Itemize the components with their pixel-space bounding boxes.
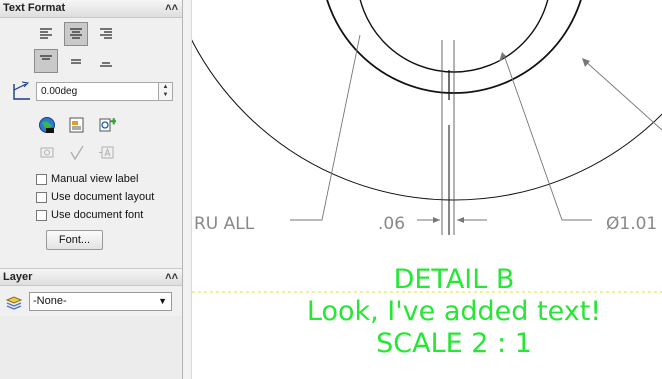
align-right-icon bbox=[100, 28, 112, 39]
panel-empty-area bbox=[0, 316, 182, 379]
dim-text-left[interactable]: RU ALL bbox=[194, 214, 255, 234]
layer-header[interactable]: Layer ˄˄ bbox=[0, 268, 182, 286]
align-center-button[interactable] bbox=[64, 22, 88, 46]
text-format-title: Text Format bbox=[3, 2, 66, 14]
spin-up-icon[interactable]: ▲ bbox=[159, 83, 172, 91]
align-top-icon bbox=[40, 55, 52, 60]
align-middle-icon bbox=[71, 59, 81, 64]
surface-finish-button[interactable] bbox=[64, 140, 88, 164]
align-middle-button[interactable] bbox=[64, 49, 88, 73]
datum-icon bbox=[99, 146, 114, 159]
align-bottom-button[interactable] bbox=[94, 49, 118, 73]
angle-spinner[interactable]: ▲ ▼ bbox=[159, 82, 173, 101]
dim-text-center[interactable]: .06 bbox=[378, 214, 405, 234]
chevron-down-icon[interactable]: ▼ bbox=[158, 296, 167, 306]
surface-finish-icon bbox=[70, 145, 84, 161]
angle-input[interactable]: 0.00deg bbox=[36, 82, 159, 101]
text-format-header[interactable]: Text Format ˄˄ bbox=[0, 0, 182, 18]
dim-text-right[interactable]: Ø1.01 bbox=[606, 214, 657, 234]
layer-title: Layer bbox=[3, 271, 33, 283]
use-document-font-checkbox[interactable] bbox=[36, 210, 47, 221]
insert-hyperlink-button[interactable] bbox=[94, 112, 118, 136]
drawing-canvas[interactable]: RU ALL .06 Ø1.01 DETAIL B Look, I've add… bbox=[192, 0, 662, 379]
manual-view-label-checkbox[interactable] bbox=[36, 174, 47, 185]
collapse-chevron-icon[interactable]: ˄˄ bbox=[165, 270, 178, 284]
lock-frame-button[interactable] bbox=[34, 140, 58, 164]
use-document-font-text: Use document font bbox=[51, 209, 144, 221]
layer-select[interactable]: -None- ▼ bbox=[29, 292, 172, 311]
note-added-text[interactable]: Look, I've added text! bbox=[307, 296, 601, 327]
angle-icon bbox=[13, 81, 30, 100]
property-manager-panel: Text Format ˄˄ 0.00deg ▲ ▼ Manual view l… bbox=[0, 0, 183, 379]
layer-selected-value: -None- bbox=[33, 295, 67, 307]
add-link-icon bbox=[99, 118, 116, 132]
layers-icon bbox=[5, 296, 23, 310]
use-document-layout-text: Use document layout bbox=[51, 191, 155, 203]
use-document-layout-checkbox[interactable] bbox=[36, 192, 47, 203]
add-symbol-button[interactable] bbox=[64, 112, 88, 136]
link-to-property-button[interactable] bbox=[34, 112, 58, 136]
frame-icon bbox=[40, 147, 54, 158]
font-button[interactable]: Font... bbox=[46, 230, 103, 250]
manual-view-label-text: Manual view label bbox=[51, 173, 139, 185]
align-right-button[interactable] bbox=[94, 22, 118, 46]
align-left-icon bbox=[40, 28, 52, 39]
align-left-button[interactable] bbox=[34, 22, 58, 46]
note-detail-label[interactable]: DETAIL B bbox=[394, 264, 515, 295]
datum-feature-button[interactable] bbox=[94, 140, 118, 164]
align-center-icon bbox=[70, 28, 82, 39]
collapse-chevron-icon[interactable]: ˄˄ bbox=[165, 1, 178, 15]
align-bottom-icon bbox=[100, 62, 112, 67]
spin-down-icon[interactable]: ▼ bbox=[159, 91, 172, 99]
align-top-button[interactable] bbox=[34, 49, 58, 73]
symbol-library-icon bbox=[69, 117, 84, 133]
note-scale-label[interactable]: SCALE 2 : 1 bbox=[376, 328, 532, 359]
panel-splitter[interactable] bbox=[183, 0, 192, 379]
globe-icon bbox=[39, 117, 55, 133]
